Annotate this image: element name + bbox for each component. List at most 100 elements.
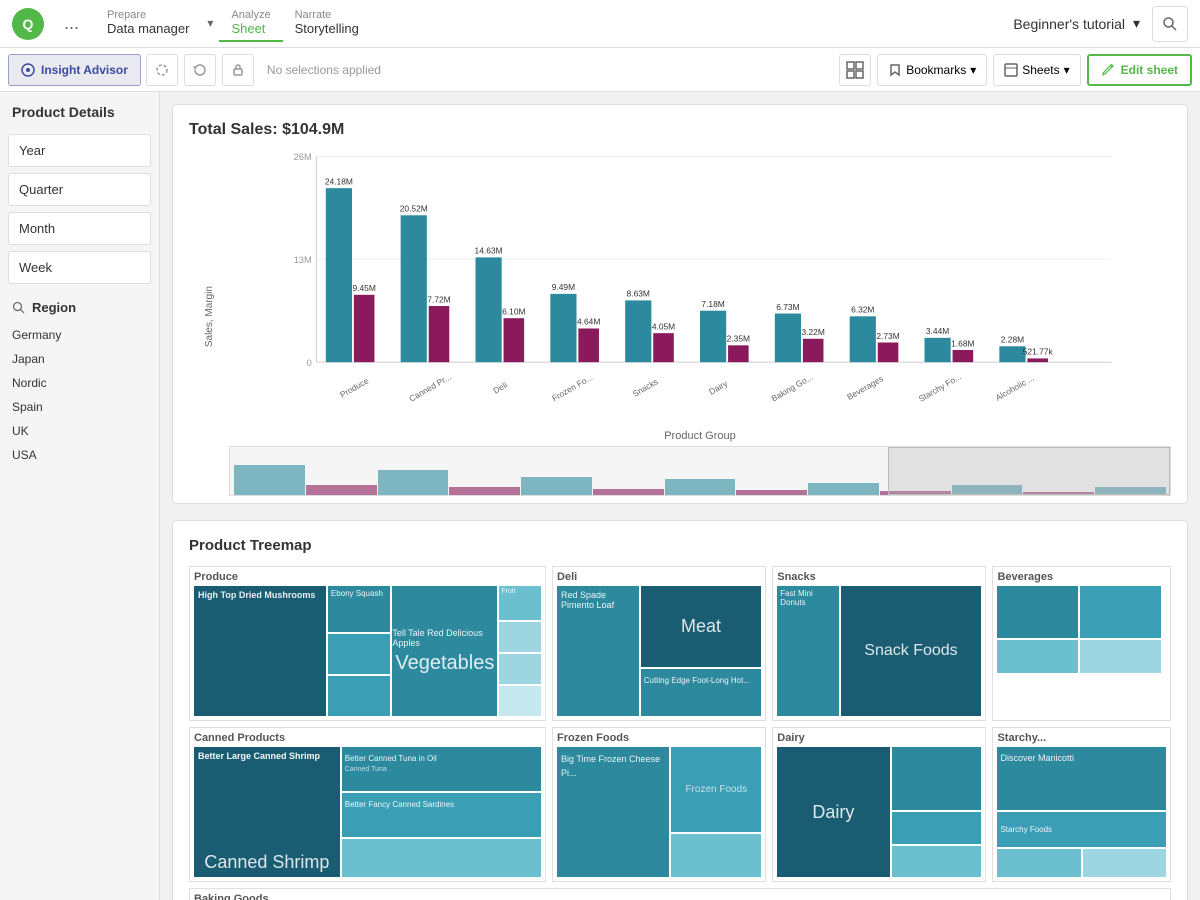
- canned-shrimp-label: Canned Shrimp: [198, 852, 336, 873]
- svg-text:20.52M: 20.52M: [400, 204, 428, 214]
- region-list: Germany Japan Nordic Spain UK USA: [8, 323, 151, 467]
- filter-year[interactable]: Year: [8, 134, 151, 167]
- prepare-dropdown[interactable]: ▾: [201, 5, 219, 42]
- frozen-foods-section: Frozen Foods Big Time Frozen Cheese Pi..…: [552, 727, 766, 882]
- content-area: ‹ › Total Sales: $104.9M Sales, Margin: [160, 92, 1200, 900]
- canned-products-section: Canned Products Better Large Canned Shri…: [189, 727, 546, 882]
- region-usa[interactable]: USA: [8, 443, 151, 467]
- svg-text:2.28M: 2.28M: [1001, 335, 1024, 345]
- frozen-foods-label2: Frozen Foods: [685, 784, 747, 795]
- region-spain[interactable]: Spain: [8, 395, 151, 419]
- chevron-down-icon: ▾: [1133, 15, 1140, 32]
- svg-text:Dairy: Dairy: [707, 378, 730, 397]
- sheets-label: Sheets: [1022, 63, 1059, 77]
- frozen-treemap: Big Time Frozen Cheese Pi... Frozen Food…: [557, 747, 761, 877]
- analyze-nav[interactable]: Analyze Sheet: [219, 5, 282, 42]
- dairy-treemap: Dairy: [777, 747, 981, 877]
- grid-view-button[interactable]: [839, 54, 871, 86]
- region-section-header[interactable]: Region: [8, 300, 151, 315]
- filter-week[interactable]: Week: [8, 251, 151, 284]
- y-axis-label: Sales, Margin: [204, 286, 215, 347]
- region-japan[interactable]: Japan: [8, 347, 151, 371]
- insight-icon: [21, 63, 35, 77]
- svg-text:Baking Go...: Baking Go...: [770, 372, 815, 404]
- prepare-title: Data manager: [107, 21, 189, 36]
- starchy-label: Starchy...: [997, 732, 1166, 744]
- analyze-label: Analyze: [231, 9, 270, 21]
- region-nordic[interactable]: Nordic: [8, 371, 151, 395]
- filter-month[interactable]: Month: [8, 212, 151, 245]
- bookmarks-button[interactable]: Bookmarks ▾: [877, 54, 987, 86]
- svg-text:2.73M: 2.73M: [876, 331, 899, 341]
- search-icon: [1162, 16, 1178, 32]
- insight-advisor-button[interactable]: Insight Advisor: [8, 54, 141, 86]
- deli-meat-label: Meat: [681, 616, 721, 637]
- svg-text:Snacks: Snacks: [631, 376, 660, 398]
- sheets-icon: [1004, 63, 1018, 77]
- svg-text:Frozen Fo...: Frozen Fo...: [550, 372, 594, 403]
- svg-text:3.44M: 3.44M: [926, 326, 949, 336]
- svg-text:6.10M: 6.10M: [502, 306, 525, 316]
- bookmarks-label: Bookmarks: [906, 63, 966, 77]
- filter-quarter[interactable]: Quarter: [8, 173, 151, 206]
- reset-button[interactable]: [184, 54, 216, 86]
- global-search-button[interactable]: [1152, 6, 1188, 42]
- bar-chart-panel: Total Sales: $104.9M Sales, Margin 26M: [172, 104, 1188, 504]
- svg-text:4.05M: 4.05M: [652, 321, 675, 331]
- produce-vegetables-label: Vegetables: [395, 652, 494, 675]
- svg-text:13M: 13M: [294, 255, 312, 265]
- region-label: Region: [32, 300, 76, 315]
- snacks-label: Snacks: [777, 571, 981, 583]
- produce-telltale: Tell Tale Red Delicious Apples: [392, 628, 497, 648]
- chart-scrollbar[interactable]: [229, 446, 1171, 496]
- beverages-label: Beverages: [997, 571, 1166, 583]
- baking-goods-section: Baking Goods Landslide White Sugar...: [189, 888, 1171, 900]
- prepare-label: Prepare: [107, 9, 189, 21]
- svg-text:9.45M: 9.45M: [352, 283, 375, 293]
- canned-products-label: Canned Products: [194, 732, 541, 744]
- region-uk[interactable]: UK: [8, 419, 151, 443]
- region-germany[interactable]: Germany: [8, 323, 151, 347]
- bookmark-icon: [888, 63, 902, 77]
- deli-red-spade: Red Spade Pimento Loaf: [561, 590, 635, 610]
- prepare-section: Prepare Data manager ▾: [95, 5, 219, 42]
- lasso-tool-button[interactable]: [146, 54, 178, 86]
- edit-sheet-label: Edit sheet: [1121, 63, 1178, 77]
- deli-label: Deli: [557, 571, 761, 583]
- treemap-panel: Product Treemap Produce High Top Dried M…: [172, 520, 1188, 900]
- svg-text:Starchy Fo...: Starchy Fo...: [917, 371, 963, 403]
- snacks-donuts: Fast Mini Donuts: [780, 589, 835, 607]
- top-navigation: Q ... Prepare Data manager ▾ Analyze She…: [0, 0, 1200, 48]
- lock-icon: [231, 63, 245, 77]
- main-toolbar: Insight Advisor No selections applied: [0, 48, 1200, 92]
- edit-sheet-button[interactable]: Edit sheet: [1087, 54, 1192, 86]
- svg-text:8.63M: 8.63M: [627, 289, 650, 299]
- treemap-grid: Produce High Top Dried Mushrooms Ebony S…: [189, 566, 1171, 882]
- bookmarks-chevron: ▾: [970, 63, 976, 77]
- baking-goods-label: Baking Goods: [194, 893, 1166, 900]
- sheets-button[interactable]: Sheets ▾: [993, 54, 1080, 86]
- canned-treemap: Better Large Canned Shrimp Canned Shrimp…: [194, 747, 541, 877]
- nav-dots-menu[interactable]: ...: [64, 13, 79, 34]
- no-selections-text: No selections applied: [267, 63, 381, 77]
- qlik-logo[interactable]: Q: [12, 8, 44, 40]
- svg-text:1.68M: 1.68M: [951, 338, 974, 348]
- search-small-icon: [12, 301, 26, 315]
- narrate-nav[interactable]: Narrate Storytelling: [283, 5, 371, 42]
- produce-ebony-squash: Ebony Squash: [331, 589, 383, 598]
- left-sidebar: Product Details Year Quarter Month Week …: [0, 92, 160, 900]
- svg-text:4.64M: 4.64M: [577, 317, 600, 327]
- snacks-snackfoods-label: Snack Foods: [864, 642, 957, 660]
- treemap-title: Product Treemap: [189, 537, 1171, 554]
- lock-button[interactable]: [222, 54, 254, 86]
- snacks-treemap: Fast Mini Donuts Snack Foods: [777, 586, 981, 716]
- frozen-cheese-pizza: Big Time Frozen Cheese Pi...: [561, 754, 660, 778]
- beverages-section: Beverages: [992, 566, 1171, 721]
- starchy-treemap: Discover Manicotti Starchy Foods: [997, 747, 1166, 877]
- tutorial-selector[interactable]: Beginner's tutorial ▾: [1013, 15, 1140, 32]
- qlik-icon: Q: [12, 8, 44, 40]
- svg-text:521.77k: 521.77k: [1023, 347, 1054, 357]
- prepare-nav[interactable]: Prepare Data manager: [95, 5, 201, 42]
- deli-cutting-edge: Cutting Edge Foot-Long Hot...: [644, 676, 750, 685]
- analyze-title: Sheet: [231, 21, 270, 36]
